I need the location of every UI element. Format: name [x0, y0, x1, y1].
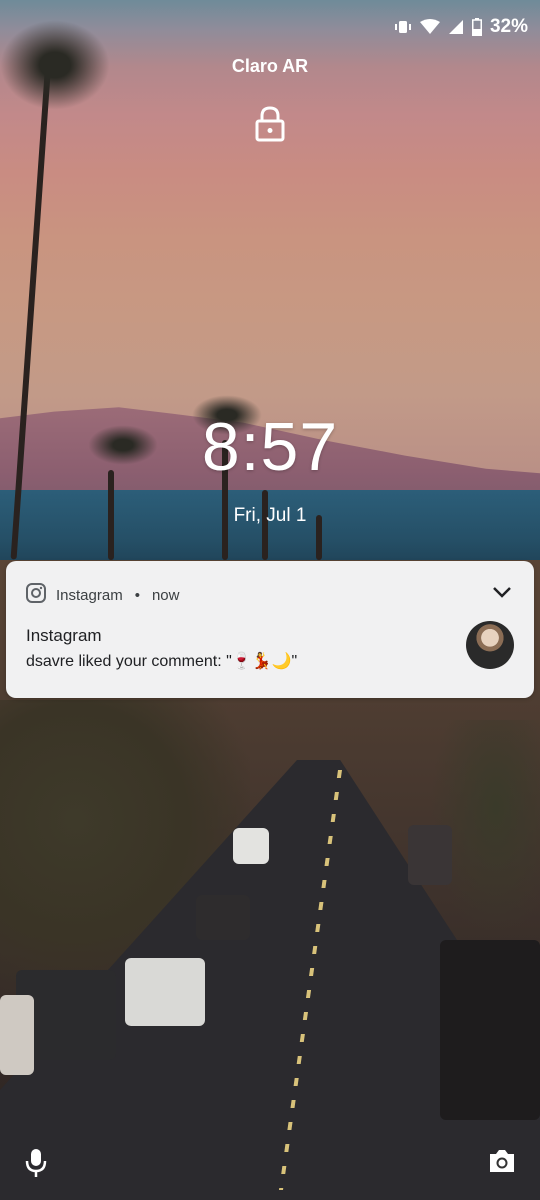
notification-emojis: 🍷💃🌙 — [231, 651, 292, 670]
notification-text-suffix: " — [291, 653, 298, 670]
wallpaper-car — [440, 940, 540, 1120]
notification-card[interactable]: Instagram • now Instagram dsavre liked y… — [6, 561, 534, 698]
instagram-icon — [26, 583, 46, 607]
wallpaper-car — [0, 995, 34, 1075]
notification-text-prefix: dsavre liked your comment: " — [26, 653, 232, 670]
battery-percent: 32% — [489, 16, 528, 37]
wifi-icon — [419, 19, 440, 35]
status-bar: 32% — [394, 12, 528, 42]
lockscreen-clock: 8:57 — [201, 409, 339, 485]
notification-time: now — [151, 586, 180, 604]
lock-icon[interactable] — [255, 106, 285, 147]
vibrate-icon — [394, 19, 412, 35]
avatar — [466, 621, 514, 669]
notification-title: Instagram — [26, 626, 102, 645]
notification-app-name: Instagram — [56, 586, 123, 604]
chevron-down-icon[interactable] — [492, 585, 512, 603]
camera-icon[interactable] — [488, 1148, 516, 1179]
signal-icon — [448, 19, 464, 35]
microphone-icon[interactable] — [24, 1148, 48, 1183]
wallpaper-car — [408, 825, 452, 885]
wallpaper-car — [233, 828, 269, 864]
wallpaper-car — [125, 958, 205, 1026]
battery-icon — [471, 18, 482, 36]
notification-header: Instagram • now — [26, 583, 180, 607]
wallpaper-car — [196, 895, 250, 940]
notification-separator: • — [134, 586, 140, 604]
carrier-name: Claro AR — [231, 56, 309, 76]
lockscreen-date: Fri, Jul 1 — [233, 505, 307, 526]
notification-text: dsavre liked your comment: "🍷💃🌙" — [26, 651, 297, 671]
